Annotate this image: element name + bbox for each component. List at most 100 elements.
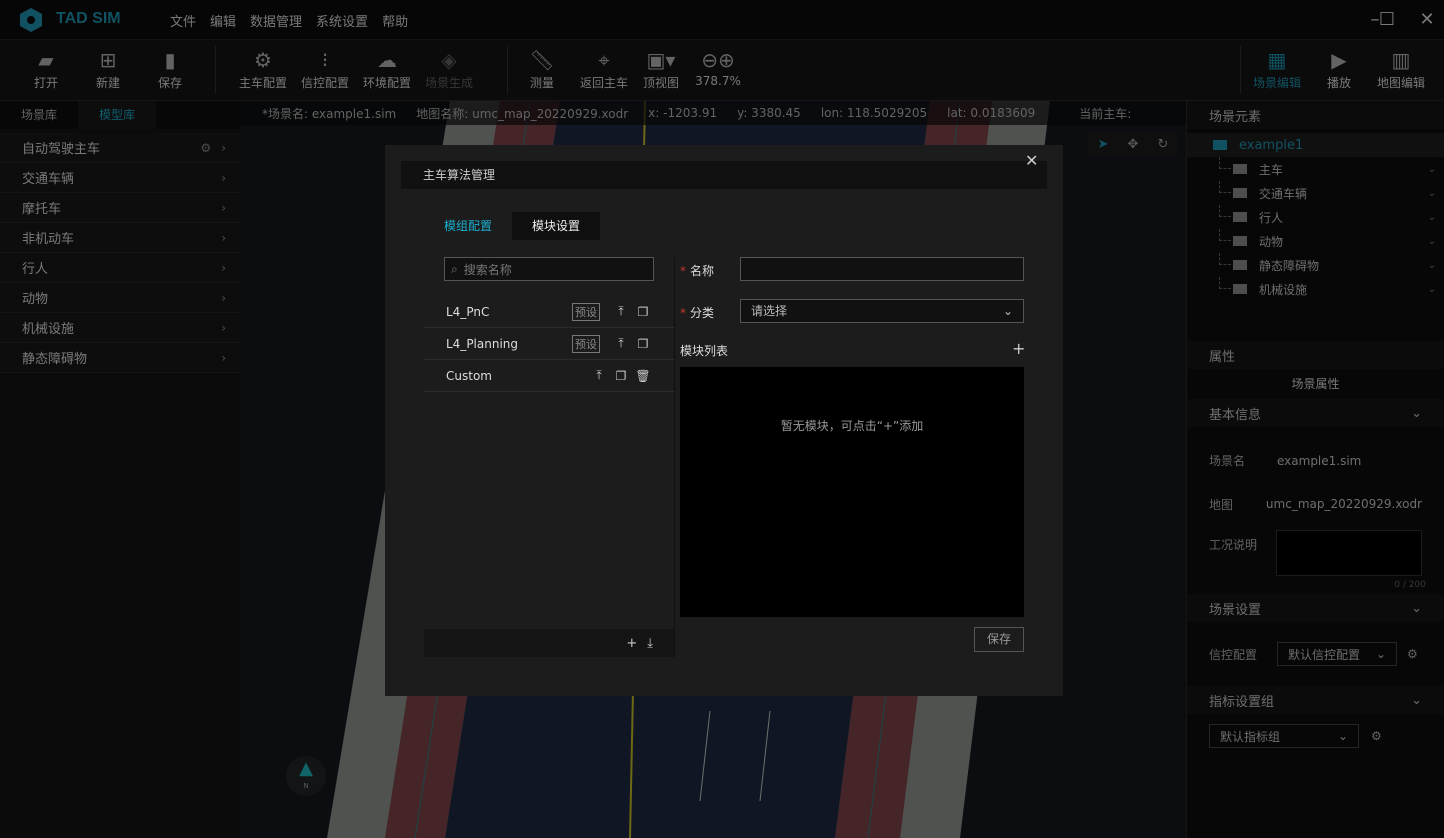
play-button[interactable]: ▶ 播放 xyxy=(1308,46,1370,91)
ego-config-label: 主车配置 xyxy=(238,76,287,90)
module-list: 暂无模块，可点击“+”添加 xyxy=(680,367,1024,617)
algo-item[interactable]: L4_Planning 预设 ⤒ ❐ xyxy=(424,328,674,360)
upload-icon[interactable]: ⤒ xyxy=(610,336,632,351)
algo-item[interactable]: L4_PnC 预设 ⤒ ❐ xyxy=(424,296,674,328)
add-icon[interactable]: + xyxy=(626,636,637,651)
tree-root[interactable]: example1 xyxy=(1187,133,1444,157)
select-cursor-icon[interactable]: ➤ xyxy=(1098,137,1109,152)
menu-help[interactable]: 帮助 xyxy=(382,11,408,30)
chevron-down-icon[interactable]: ⌄ xyxy=(1428,260,1436,271)
scene-gen-button[interactable]: ◈ 场景生成 xyxy=(418,46,480,91)
algo-item[interactable]: Custom ⤒ ❐ 🗑︎ xyxy=(424,360,674,392)
tab-module-settings[interactable]: 模块设置 xyxy=(512,212,601,240)
basic-info-header[interactable]: 基本信息 ⌄ xyxy=(1187,399,1444,427)
measure-button[interactable]: 📏︎ 测量 xyxy=(511,46,573,91)
top-view-button[interactable]: ▣▾ 顶视图 xyxy=(630,46,692,91)
category-animal[interactable]: 动物 › xyxy=(0,283,240,313)
section-title: 指标设置组 xyxy=(1209,694,1275,710)
tree-node[interactable]: 动物 ⌄ xyxy=(1187,229,1444,253)
tree-node[interactable]: 主车 ⌄ xyxy=(1187,157,1444,181)
scene-settings-header[interactable]: 场景设置 ⌄ xyxy=(1187,594,1444,622)
chevron-down-icon[interactable]: ⌄ xyxy=(1428,284,1436,295)
tab-scene-library[interactable]: 场景库 xyxy=(0,101,78,129)
move-icon[interactable]: ✥ xyxy=(1128,137,1139,152)
compass-label: N xyxy=(303,782,309,790)
toolbar: ▰ 打开 ⊞ 新建 ▮ 保存 ⚙ 主车配置 ⁝ 信控配置 ☁ 环境配置 ◈ 场景生成 📏︎ 测量… xyxy=(0,40,1444,101)
folder-icon xyxy=(1233,284,1247,294)
signal-config-button[interactable]: ⁝ 信控配置 xyxy=(294,46,356,91)
chevron-right-icon: › xyxy=(221,290,226,305)
upload-icon[interactable]: ⤒ xyxy=(588,368,610,383)
gear-icon[interactable]: ⚙ xyxy=(200,141,211,155)
gear-icon[interactable]: ⚙ xyxy=(1407,647,1418,661)
category-obstacle[interactable]: 静态障碍物 › xyxy=(0,343,240,373)
chevron-down-icon[interactable]: ⌄ xyxy=(1428,212,1436,223)
upload-icon[interactable]: ⤒ xyxy=(610,304,632,319)
add-module-icon[interactable]: + xyxy=(1012,339,1025,358)
zoom-in-out-icon[interactable]: ⊖⊕ xyxy=(687,46,749,74)
gear-icon[interactable]: ⚙ xyxy=(1371,729,1382,743)
name-input[interactable] xyxy=(740,257,1024,281)
category-machinery[interactable]: 机械设施 › xyxy=(0,313,240,343)
map-edit-button[interactable]: ▥ 地图编辑 xyxy=(1370,46,1432,91)
zoom-control[interactable]: ⊖⊕ 378.7% xyxy=(687,46,749,88)
tree-node[interactable]: 机械设施 ⌄ xyxy=(1187,277,1444,301)
signal-select[interactable]: 默认信控配置 ⌄ xyxy=(1277,642,1397,666)
copy-icon[interactable]: ❐ xyxy=(610,369,632,383)
copy-icon[interactable]: ❐ xyxy=(632,337,654,351)
category-nonmotor[interactable]: 非机动车 › xyxy=(0,223,240,253)
category-traffic[interactable]: 交通车辆 › xyxy=(0,163,240,193)
menu-file[interactable]: 文件 xyxy=(170,11,196,30)
properties-panel: 场景元素 example1 主车 ⌄ 交通车辆 ⌄ 行人 ⌄ 动物 ⌄ 静态障碍物 ⌄ 机… xyxy=(1186,101,1444,838)
desc-textarea[interactable] xyxy=(1276,530,1422,576)
save-button[interactable]: 保存 xyxy=(974,627,1024,652)
category-select[interactable]: 请选择 ⌄ xyxy=(740,299,1024,323)
ego-config-button[interactable]: ⚙ 主车配置 xyxy=(232,46,294,91)
chevron-down-icon[interactable]: ⌄ xyxy=(1428,164,1436,175)
tree-node[interactable]: 交通车辆 ⌄ xyxy=(1187,181,1444,205)
category-pedestrian[interactable]: 行人 › xyxy=(0,253,240,283)
open-button[interactable]: ▰ 打开 xyxy=(15,46,77,91)
node-label: 交通车辆 xyxy=(1259,186,1308,201)
tab-module-group[interactable]: 模组配置 xyxy=(424,212,512,240)
section-title: 基本信息 xyxy=(1209,407,1262,423)
compass[interactable]: ▲ N xyxy=(286,756,326,796)
chevron-down-icon: ⌄ xyxy=(1002,304,1013,318)
category-ego[interactable]: 自动驾驶主车 ⚙ › xyxy=(0,133,240,163)
scene-props-tab[interactable]: 场景属性 xyxy=(1187,369,1444,399)
return-ego-button[interactable]: ⌖ 返回主车 xyxy=(573,46,635,91)
category-label: 机械设施 xyxy=(22,322,75,337)
search-input[interactable]: ⌕ 搜索名称 xyxy=(444,257,654,281)
chevron-down-icon: ⌄ xyxy=(1411,692,1422,708)
save-label: 保存 xyxy=(157,76,182,90)
save-button[interactable]: ▮ 保存 xyxy=(139,46,201,91)
env-config-button[interactable]: ☁ 环境配置 xyxy=(356,46,418,91)
maximize-button[interactable]: ☐ xyxy=(1375,8,1399,32)
top-view-label: 顶视图 xyxy=(642,76,679,90)
metrics-select[interactable]: 默认指标组 ⌄ xyxy=(1209,724,1359,748)
x-coord: x: -1203.91 xyxy=(648,106,718,120)
menu-data[interactable]: 数据管理 xyxy=(250,11,302,30)
tree-node[interactable]: 行人 ⌄ xyxy=(1187,205,1444,229)
menu-edit[interactable]: 编辑 xyxy=(210,11,236,30)
import-icon[interactable]: ⤓ xyxy=(647,636,653,651)
copy-icon[interactable]: ❐ xyxy=(632,305,654,319)
tree-node[interactable]: 静态障碍物 ⌄ xyxy=(1187,253,1444,277)
grid-icon: ▦ xyxy=(1267,48,1287,72)
scene-edit-button[interactable]: ▦ 场景编辑 xyxy=(1246,46,1308,91)
new-button[interactable]: ⊞ 新建 xyxy=(77,46,139,91)
chevron-down-icon[interactable]: ⌄ xyxy=(1428,236,1436,247)
folder-icon xyxy=(1233,260,1247,270)
close-icon[interactable]: ✕ xyxy=(1025,151,1038,170)
rotate-icon[interactable]: ↻ xyxy=(1158,137,1169,152)
menu-settings[interactable]: 系统设置 xyxy=(316,11,368,30)
close-button[interactable]: ✕ xyxy=(1415,8,1439,32)
measure-label: 测量 xyxy=(529,76,554,90)
trash-icon[interactable]: 🗑︎ xyxy=(632,369,654,383)
scene-elements-header: 场景元素 xyxy=(1187,101,1444,129)
tab-model-library[interactable]: 模型库 xyxy=(78,101,156,129)
chevron-down-icon[interactable]: ⌄ xyxy=(1428,188,1436,199)
metrics-header[interactable]: 指标设置组 ⌄ xyxy=(1187,686,1444,714)
category-label: 交通车辆 xyxy=(22,172,75,187)
category-motorcycle[interactable]: 摩托车 › xyxy=(0,193,240,223)
